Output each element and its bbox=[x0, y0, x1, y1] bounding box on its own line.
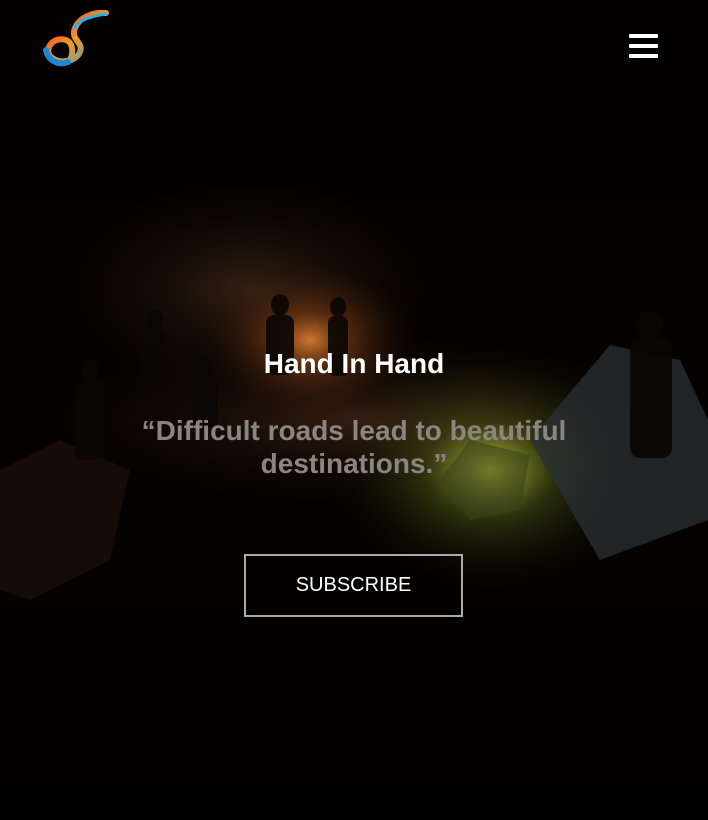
hero-quote: “Difficult roads lead to beautiful desti… bbox=[141, 415, 567, 479]
brand-logo-icon[interactable] bbox=[40, 10, 110, 68]
hamburger-menu-button[interactable] bbox=[622, 30, 664, 64]
menu-bar bbox=[629, 34, 658, 38]
subscribe-button[interactable]: SUBSCRIBE bbox=[244, 554, 463, 617]
hero-section: Hand In Hand “Difficult roads lead to be… bbox=[0, 0, 708, 820]
menu-bar bbox=[629, 44, 658, 48]
hero-title: Hand In Hand bbox=[263, 348, 445, 379]
campfire-background-image bbox=[0, 0, 708, 820]
menu-bar bbox=[629, 54, 658, 58]
